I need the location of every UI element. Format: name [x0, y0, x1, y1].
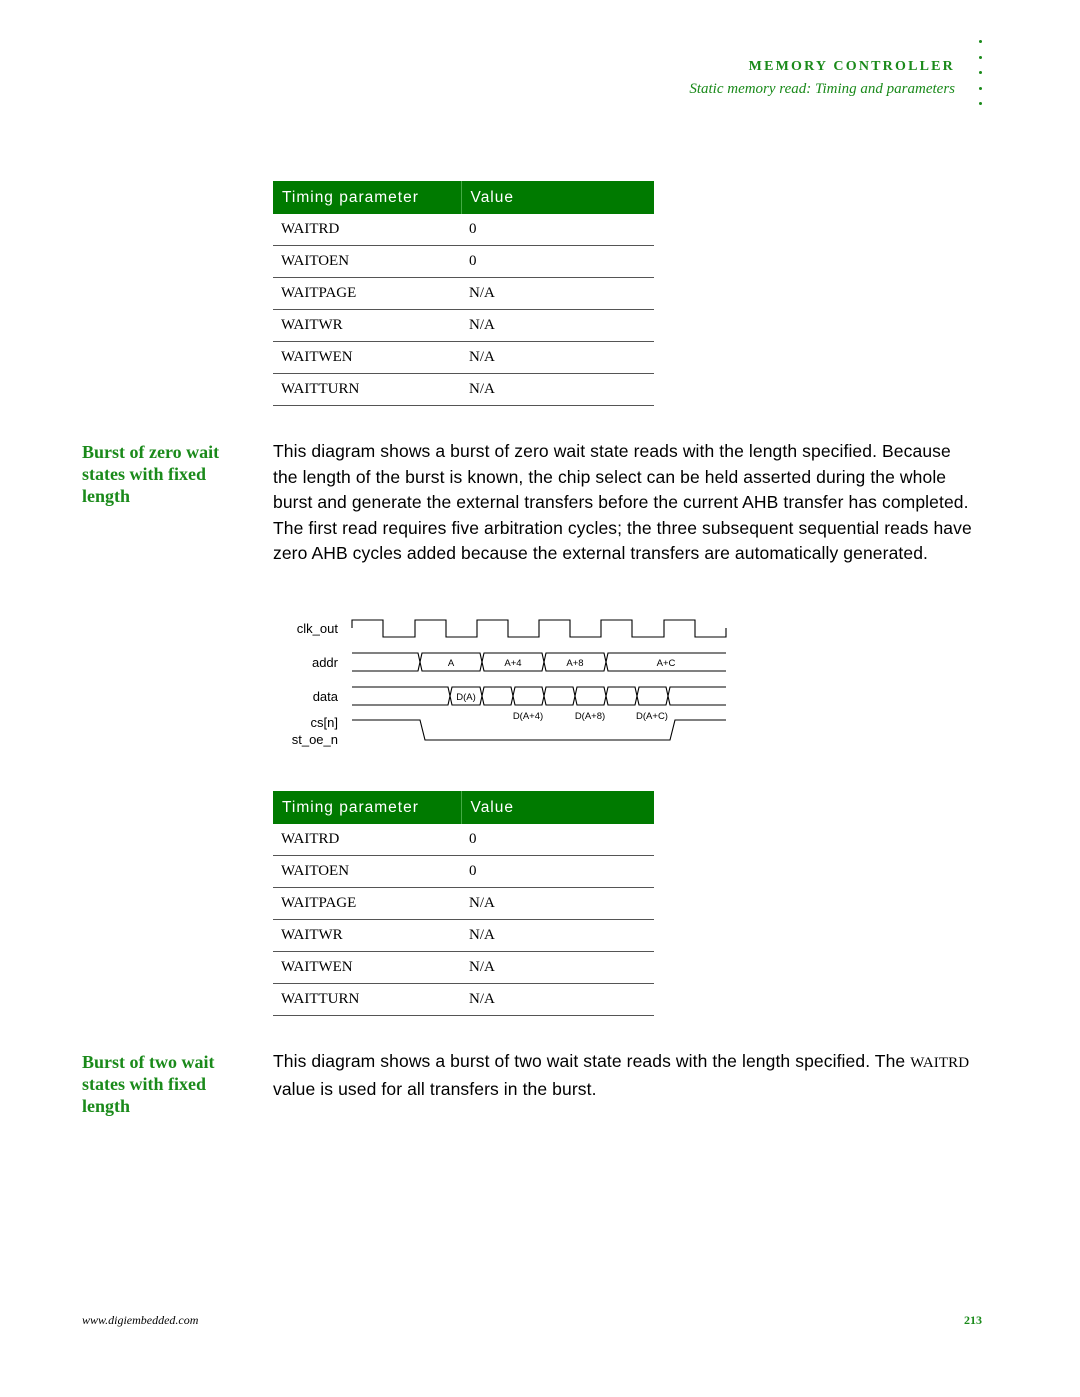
parameter-cell: WAITPAGE — [273, 887, 461, 920]
timing-diagram: clk_out addr data cs[n] st_oe_n A A+4 A+… — [292, 619, 727, 747]
addr-label: A — [448, 658, 455, 669]
signal-label: st_oe_n — [292, 732, 338, 747]
addr-label: A+4 — [504, 658, 521, 669]
signal-label: data — [313, 689, 339, 704]
column-header: Timing parameter — [273, 791, 461, 824]
table-row: WAITTURN N/A — [273, 983, 654, 1016]
section-body-zero-wait: This diagram shows a burst of zero wait … — [273, 441, 972, 564]
table-row: WAITRD 0 — [273, 824, 654, 856]
table-row: WAITWEN N/A — [273, 951, 654, 984]
parameter-cell: WAITWR — [273, 919, 461, 952]
register-name: WAITRD — [910, 1055, 970, 1071]
data-label: D(A) — [456, 692, 476, 703]
dot-rule — [979, 40, 985, 118]
running-header-title: MEMORY CONTROLLER — [748, 59, 955, 74]
column-header: Timing parameter — [273, 181, 461, 214]
timing-table-1: Timing parameter Value WAITRD 0 WAITOEN 0 WA… — [273, 181, 654, 406]
table-row: WAITOEN 0 — [273, 245, 654, 278]
parameter-cell: WAITOEN — [273, 855, 461, 888]
addr-label: A+C — [657, 658, 676, 669]
value-cell: N/A — [461, 277, 654, 310]
data-label: D(A+C) — [636, 711, 668, 722]
signal-label: clk_out — [297, 621, 339, 636]
parameter-cell: WAITRD — [273, 214, 461, 246]
section-heading-zero-wait: Burst of zero wait states with fixed len… — [82, 442, 220, 506]
value-cell: N/A — [461, 887, 654, 920]
value-cell: N/A — [461, 373, 654, 406]
parameter-cell: WAITOEN — [273, 245, 461, 278]
data-label: D(A+8) — [575, 711, 605, 722]
clk-out-waveform — [351, 619, 727, 638]
value-cell: N/A — [461, 983, 654, 1016]
column-header: Value — [460, 791, 654, 824]
table-row: WAITRD 0 — [273, 214, 654, 246]
footer-url: www.digiembedded.com — [82, 1313, 199, 1327]
table-row: WAITOEN 0 — [273, 855, 654, 888]
data-label: D(A+4) — [513, 711, 543, 722]
table-row: WAITWR N/A — [273, 309, 654, 342]
signal-label: addr — [312, 655, 339, 670]
running-header-subtitle: Static memory read: Timing and parameter… — [689, 81, 955, 97]
data-waveform — [352, 686, 726, 706]
parameter-cell: WAITRD — [273, 824, 461, 856]
parameter-cell: WAITWR — [273, 309, 461, 342]
addr-label: A+8 — [566, 658, 583, 669]
parameter-cell: WAITTURN — [273, 373, 461, 406]
signal-label: cs[n] — [311, 715, 338, 730]
section-heading-two-wait: Burst of two wait states with fixed leng… — [82, 1052, 215, 1116]
value-cell: N/A — [461, 919, 654, 952]
body-text: value is used for all transfers in the b… — [273, 1078, 597, 1099]
body-text: This diagram shows a burst of two wait s… — [273, 1051, 911, 1071]
value-cell: 0 — [461, 855, 654, 888]
value-cell: 0 — [461, 245, 654, 278]
table-row: WAITWEN N/A — [273, 341, 654, 374]
parameter-cell: WAITPAGE — [273, 277, 461, 310]
parameter-cell: WAITWEN — [273, 341, 461, 374]
table-row: WAITPAGE N/A — [273, 277, 654, 310]
value-cell: 0 — [461, 214, 654, 246]
value-cell: 0 — [461, 824, 654, 856]
table-row: WAITWR N/A — [273, 919, 654, 952]
page-number: 213 — [964, 1313, 982, 1327]
value-cell: N/A — [461, 309, 654, 342]
table-row: WAITTURN N/A — [273, 373, 654, 406]
value-cell: N/A — [461, 951, 654, 984]
parameter-cell: WAITWEN — [273, 951, 461, 984]
table-row: WAITPAGE N/A — [273, 887, 654, 920]
parameter-cell: WAITTURN — [273, 983, 461, 1016]
value-cell: N/A — [461, 341, 654, 374]
section-body-two-wait: This diagram shows a burst of two wait s… — [273, 1049, 973, 1102]
cs-waveform — [352, 719, 726, 741]
page: MEMORY CONTROLLER Static memory read: Ti… — [0, 0, 1080, 1397]
column-header: Value — [460, 181, 654, 214]
timing-table-2: Timing parameter Value WAITRD 0 WAITOEN 0 WA… — [273, 791, 654, 1016]
